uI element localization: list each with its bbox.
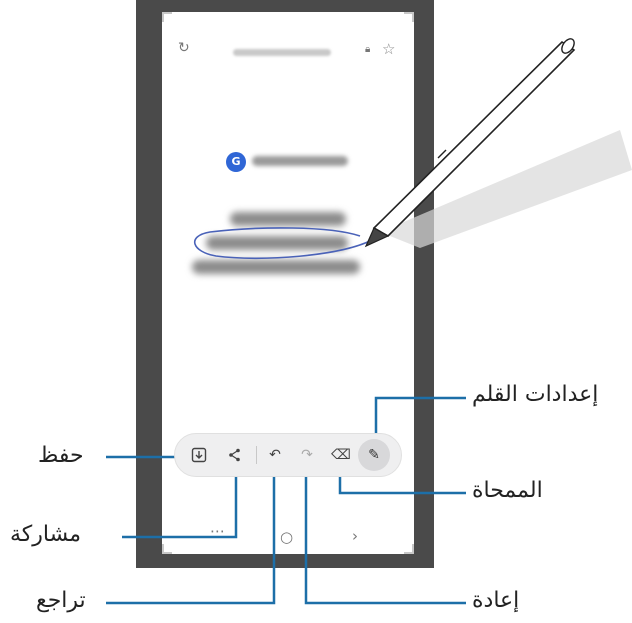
- s-pen-button: [437, 149, 447, 159]
- callout-pen-settings: إعدادات القلم: [472, 382, 599, 407]
- back-icon[interactable]: ›: [352, 527, 358, 545]
- undo-icon[interactable]: ↶: [264, 444, 286, 466]
- callout-line-eraser: [338, 475, 466, 495]
- handwritten-circle: [193, 227, 373, 260]
- eraser-icon[interactable]: ⌫: [330, 444, 352, 466]
- share-icon[interactable]: [224, 444, 246, 466]
- callout-eraser: الممحاة: [472, 478, 543, 503]
- callout-save: حفظ: [38, 443, 84, 468]
- redo-icon[interactable]: ↷: [296, 444, 318, 466]
- callout-share: مشاركة: [10, 522, 82, 547]
- save-icon[interactable]: [188, 444, 210, 466]
- home-icon[interactable]: ○: [280, 528, 293, 546]
- pen-annotation-layer: [106, 38, 632, 605]
- callout-undo: تراجع: [36, 588, 86, 613]
- pen-icon[interactable]: ✎: [358, 439, 390, 471]
- recent-apps-icon[interactable]: ⋯: [210, 522, 226, 540]
- callout-line-redo: [304, 470, 466, 605]
- callout-redo: إعادة: [472, 588, 520, 613]
- toolbar-divider: [256, 446, 257, 464]
